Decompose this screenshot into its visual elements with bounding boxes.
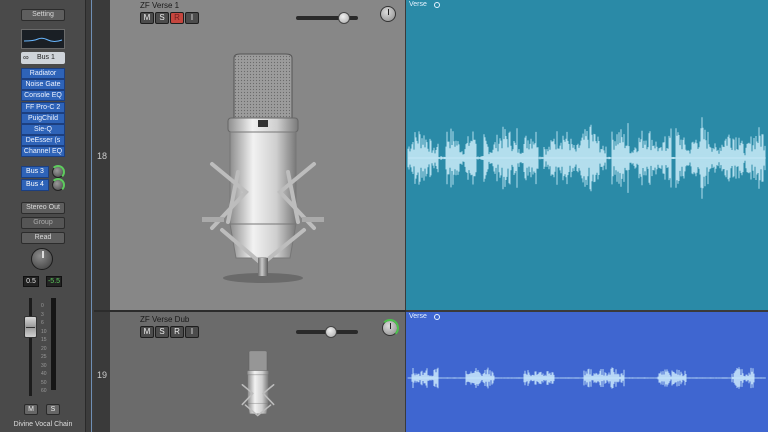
solo-button[interactable]: S [46, 404, 60, 415]
pan-knob[interactable] [381, 319, 399, 337]
audio-region[interactable]: Verse [406, 0, 768, 310]
microphone-icon [241, 350, 275, 417]
mute-button[interactable]: M [140, 12, 154, 24]
fader-scale-tick: 60 [41, 388, 47, 394]
fader-scale: 0 3 6 10 15 20 25 30 40 50 60 [41, 302, 47, 396]
setting-button[interactable]: Setting [21, 9, 65, 21]
level-meter [51, 298, 56, 390]
fader-scale-tick: 20 [41, 345, 47, 352]
audio-region[interactable]: Verse [406, 312, 768, 432]
waveform [407, 117, 766, 199]
pan-knob[interactable] [31, 248, 53, 270]
track-name: ZF Verse 1 [140, 1, 180, 10]
fader-scale-tick: 50 [41, 379, 47, 386]
fader-scale-tick: 0 [41, 303, 44, 309]
fader-scale-tick: 40 [41, 371, 47, 377]
plugin-slot[interactable]: DeEsser (s [21, 135, 65, 147]
fader-scale-tick: 15 [41, 337, 47, 343]
eq-thumbnail[interactable] [21, 29, 65, 49]
track-gutter [86, 0, 94, 432]
mute-button[interactable]: M [24, 404, 38, 415]
send-slot-bus4[interactable]: Bus 4 [21, 179, 49, 191]
plugin-slot[interactable]: Console EQ [21, 90, 65, 102]
mute-button[interactable]: M [140, 326, 154, 338]
input-monitor-button[interactable]: I [185, 326, 199, 338]
playhead-line [91, 0, 92, 432]
waveform [407, 367, 766, 389]
fader-scale-tick: 30 [41, 362, 47, 369]
plugin-slot[interactable]: PuigChild [21, 112, 65, 124]
send-slot-bus3[interactable]: Bus 3 [21, 166, 49, 178]
solo-button[interactable]: S [155, 326, 169, 338]
plugin-slot[interactable]: Radiator [21, 68, 65, 79]
plugin-list: Radiator Noise Gate Console EQ FF Pro-C … [21, 68, 65, 158]
input-monitor-button[interactable]: I [185, 12, 199, 24]
output-slot[interactable]: Stereo Out [21, 202, 65, 214]
track-header[interactable]: ZF Verse 1 M S R I [110, 0, 405, 310]
plugin-slot[interactable]: Sie-Q [21, 123, 65, 135]
automation-mode[interactable]: Read [21, 232, 65, 244]
input-bus-label: Bus 1 [37, 54, 55, 61]
link-icon[interactable]: ∞ [23, 53, 29, 62]
record-enable-button[interactable]: R [170, 326, 184, 338]
track-name: ZF Verse Dub [140, 315, 190, 324]
track-number: 19 [96, 370, 107, 380]
pan-knob[interactable] [380, 6, 396, 22]
microphone-icon [202, 53, 324, 283]
group-slot[interactable]: Group [21, 217, 65, 229]
record-enable-button[interactable]: R [170, 12, 184, 24]
send-level-knob[interactable] [51, 178, 65, 192]
track-header[interactable]: ZF Verse Dub M S R I [110, 312, 405, 432]
solo-button[interactable]: S [155, 12, 169, 24]
channel-strip: Setting ∞ Bus 1 Radiator Noise Gate Cons… [0, 0, 86, 432]
fader-scale-tick: 10 [41, 328, 47, 335]
plugin-slot[interactable]: Noise Gate [21, 79, 65, 91]
peak-value: -5.5 [46, 276, 62, 287]
logic-pro-window: Setting ∞ Bus 1 Radiator Noise Gate Cons… [0, 0, 768, 432]
plugin-slot[interactable]: FF Pro-C 2 [21, 101, 65, 113]
fader-scale-tick: 25 [41, 354, 47, 360]
channel-strip-name: Divine Vocal Chain [13, 421, 73, 428]
eq-curve-icon [23, 37, 63, 42]
volume-slider-knob[interactable] [338, 12, 351, 24]
volume-fader[interactable] [24, 316, 37, 338]
input-slot[interactable]: ∞ Bus 1 [21, 52, 65, 64]
pan-value: 0.5 [23, 276, 39, 287]
send-level-knob[interactable] [51, 165, 65, 179]
volume-slider-knob[interactable] [324, 326, 337, 338]
fader-scale-tick: 6 [41, 320, 44, 326]
plugin-slot[interactable]: Channel EQ [21, 146, 65, 158]
fader-track [29, 298, 32, 396]
fader-scale-tick: 3 [41, 311, 44, 318]
track-number: 18 [96, 151, 107, 161]
